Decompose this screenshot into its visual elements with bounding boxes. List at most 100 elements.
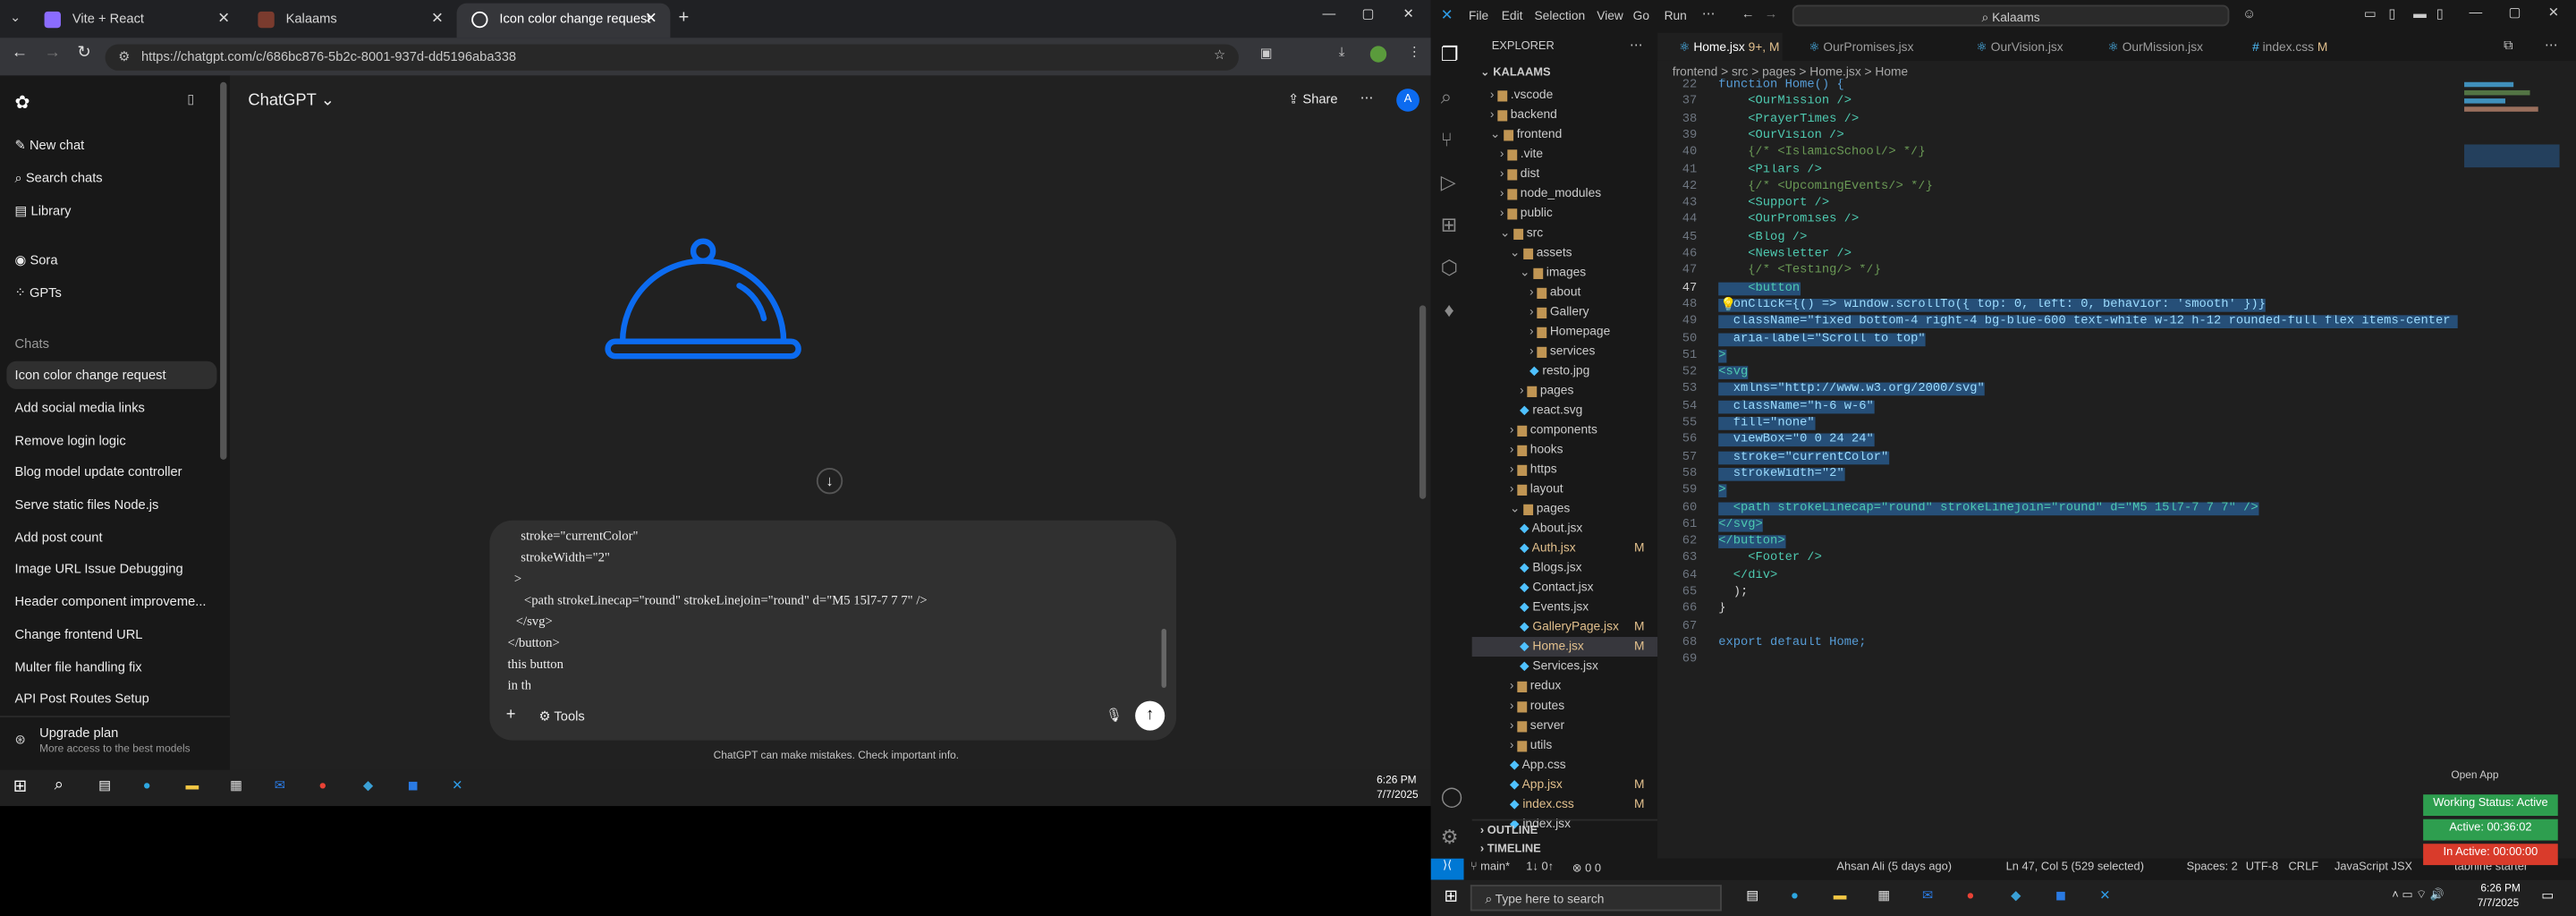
tree-item[interactable]: › ▆ redux — [1472, 676, 1658, 696]
lightbulb-icon[interactable]: 💡 — [1720, 297, 1736, 312]
workspace-root[interactable]: ⌄ KALAAMS — [1480, 65, 1551, 79]
chat-scrollbar[interactable] — [1419, 305, 1427, 499]
composer-line[interactable]: this button — [508, 657, 564, 672]
composer-line[interactable]: </svg> — [516, 614, 553, 629]
layout-icon[interactable]: ▯ — [2436, 6, 2444, 21]
editor-tab-ourvision[interactable]: ⚛ OurVision.jsx — [1955, 33, 2080, 61]
manage-gear-icon[interactable]: ⚙ — [1441, 826, 1459, 849]
tab-vite-react[interactable]: Vite + React ✕ — [30, 4, 243, 38]
tree-item[interactable]: › ▆ components — [1472, 420, 1658, 440]
code-line[interactable]: aria-label="Scroll to top" — [1718, 332, 1926, 346]
command-center[interactable]: ⌕ Kalaams — [1792, 4, 2230, 27]
tree-item[interactable]: › ▆ dist — [1472, 165, 1658, 184]
sidebar-scrollbar[interactable] — [220, 81, 227, 460]
tree-item[interactable]: › ▆ hooks — [1472, 440, 1658, 460]
task-view-icon[interactable]: ▤ — [1746, 888, 1758, 903]
git-blame[interactable]: Ahsan Ali (5 days ago) — [1836, 861, 1952, 873]
minimize-icon[interactable]: — — [1323, 6, 1336, 21]
openai-logo-icon[interactable]: ✿ — [15, 92, 30, 114]
avatar[interactable]: A — [1396, 89, 1419, 112]
library-button[interactable]: ▤ Library — [15, 204, 72, 219]
tree-item[interactable]: › ▆ utils — [1472, 735, 1658, 755]
app-icon[interactable]: ◼ — [408, 778, 419, 793]
code-line[interactable]: fill="none" — [1718, 417, 1815, 430]
extensions-icon[interactable]: ▣ — [1260, 46, 1273, 61]
copilot-icon[interactable]: ☺ — [2242, 6, 2256, 21]
chat-item[interactable]: Remove login logic — [15, 433, 219, 448]
close-icon[interactable]: ✕ — [645, 10, 657, 28]
code-line[interactable]: <OurVision /> — [1718, 130, 1843, 143]
chat-item[interactable]: Icon color change request — [15, 368, 219, 383]
tray-icons[interactable]: ˄ ▭ ⌔ 🔊 — [2392, 888, 2444, 903]
code-line[interactable]: <Footer /> — [1718, 552, 1822, 565]
tree-item[interactable]: ⌄ ▆ pages — [1472, 499, 1658, 519]
tab-kalaams[interactable]: Kalaams ✕ — [243, 4, 457, 38]
git-sync[interactable]: 1↓ 0↑ — [1526, 861, 1554, 873]
menu-edit[interactable]: Edit — [1502, 8, 1523, 23]
composer-line[interactable]: strokeWidth="2" — [521, 550, 610, 565]
code-line[interactable]: viewBox="0 0 24 24" — [1718, 434, 1874, 447]
editor-tab-indexcss[interactable]: # index.css M — [2231, 33, 2333, 61]
code-line[interactable]: <button — [1718, 281, 1801, 295]
close-icon[interactable]: ✕ — [431, 10, 444, 28]
tree-item[interactable]: ◆ Auth.jsx M — [1472, 539, 1658, 558]
menu-selection[interactable]: Selection — [1534, 8, 1585, 23]
tree-item[interactable]: ⌄ ▆ assets — [1472, 243, 1658, 263]
minimize-icon[interactable]: — — [2470, 5, 2483, 21]
tree-item[interactable]: › ▆ public — [1472, 204, 1658, 224]
menu-go[interactable]: Go — [1633, 8, 1649, 23]
language-mode[interactable]: JavaScript JSX — [2334, 861, 2412, 873]
code-line[interactable]: stroke="currentColor" — [1718, 450, 1889, 464]
tree-item[interactable]: ◆ App.jsx M — [1472, 775, 1658, 794]
tree-item[interactable]: ◆ GalleryPage.jsx M — [1472, 617, 1658, 637]
tree-item[interactable]: ◆ App.css — [1472, 755, 1658, 775]
code-line[interactable]: <path strokeLinecap="round" strokeLinejo… — [1718, 501, 2258, 515]
profile-icon[interactable] — [1369, 46, 1387, 63]
file-explorer-icon[interactable]: ▬ — [186, 778, 199, 793]
editor-tab-home[interactable]: ⚛ Home.jsx 9+, M ✕ — [1657, 32, 1783, 61]
sora-button[interactable]: ◉ Sora — [15, 253, 58, 268]
run-debug-icon[interactable]: ▷ — [1441, 171, 1456, 194]
docker-icon[interactable]: ⬡ — [1441, 256, 1458, 279]
open-app-link[interactable]: Open App — [2451, 770, 2498, 782]
extensions-icon[interactable]: ⊞ — [1441, 214, 1457, 237]
tools-button[interactable]: ⚙ Tools — [538, 709, 584, 725]
code-line[interactable]: export default Home; — [1718, 637, 1866, 650]
code-line[interactable]: onClick={() => window.scrollTo({ top: 0,… — [1718, 298, 2266, 312]
menu-file[interactable]: File — [1469, 8, 1488, 23]
tree-item[interactable]: ◆ About.jsx — [1472, 519, 1658, 539]
forward-icon[interactable]: → — [45, 45, 61, 63]
download-icon[interactable]: ⤓ — [1339, 45, 1345, 61]
code-line[interactable]: > — [1718, 349, 1726, 363]
vscode-icon[interactable]: ✕ — [2099, 888, 2110, 903]
reload-icon[interactable]: ↻ — [77, 45, 90, 63]
close-window-icon[interactable]: ✕ — [1403, 6, 1414, 21]
edge-icon[interactable]: ● — [143, 778, 151, 793]
app-icon[interactable]: ◼ — [2055, 888, 2066, 903]
tree-item[interactable]: › ▆ node_modules — [1472, 184, 1658, 204]
notifications-icon[interactable]: ▭ — [2541, 888, 2554, 903]
more-options-icon[interactable]: ⋯ — [1360, 90, 1374, 106]
store-icon[interactable]: ▦ — [1877, 888, 1890, 903]
chat-item[interactable]: Image URL Issue Debugging — [15, 562, 219, 577]
minimap[interactable] — [2464, 79, 2563, 210]
code-line[interactable]: </button> — [1718, 535, 1785, 549]
split-editor-icon[interactable]: ⧉ — [2504, 38, 2513, 54]
search-chats-button[interactable]: ⌕ Search chats — [15, 171, 103, 187]
tree-item[interactable]: › ▆ routes — [1472, 696, 1658, 716]
tree-item[interactable]: ◆ Blogs.jsx — [1472, 558, 1658, 578]
tree-item[interactable]: ◆ resto.jpg — [1472, 361, 1658, 381]
tree-item[interactable]: › ▆ server — [1472, 716, 1658, 735]
code-line[interactable]: xmlns="http://www.w3.org/2000/svg" — [1718, 383, 1985, 396]
taskbar-search-input[interactable]: ⌕ Type here to search — [1470, 885, 1722, 912]
code-line[interactable]: <PrayerTimes /> — [1718, 113, 1859, 126]
code-line[interactable]: <OurPromises /> — [1718, 214, 1859, 227]
tree-item[interactable]: › ▆ services — [1472, 342, 1658, 361]
code-line[interactable]: <Support /> — [1718, 197, 1829, 210]
maximize-icon[interactable]: ▢ — [2509, 5, 2521, 21]
new-tab-icon[interactable]: + — [679, 8, 690, 28]
scroll-down-button[interactable]: ↓ — [816, 468, 843, 495]
close-window-icon[interactable]: ✕ — [2548, 5, 2559, 21]
layout-icon[interactable]: ▭ — [2364, 6, 2377, 21]
code-line[interactable]: <OurMission /> — [1718, 96, 1852, 109]
